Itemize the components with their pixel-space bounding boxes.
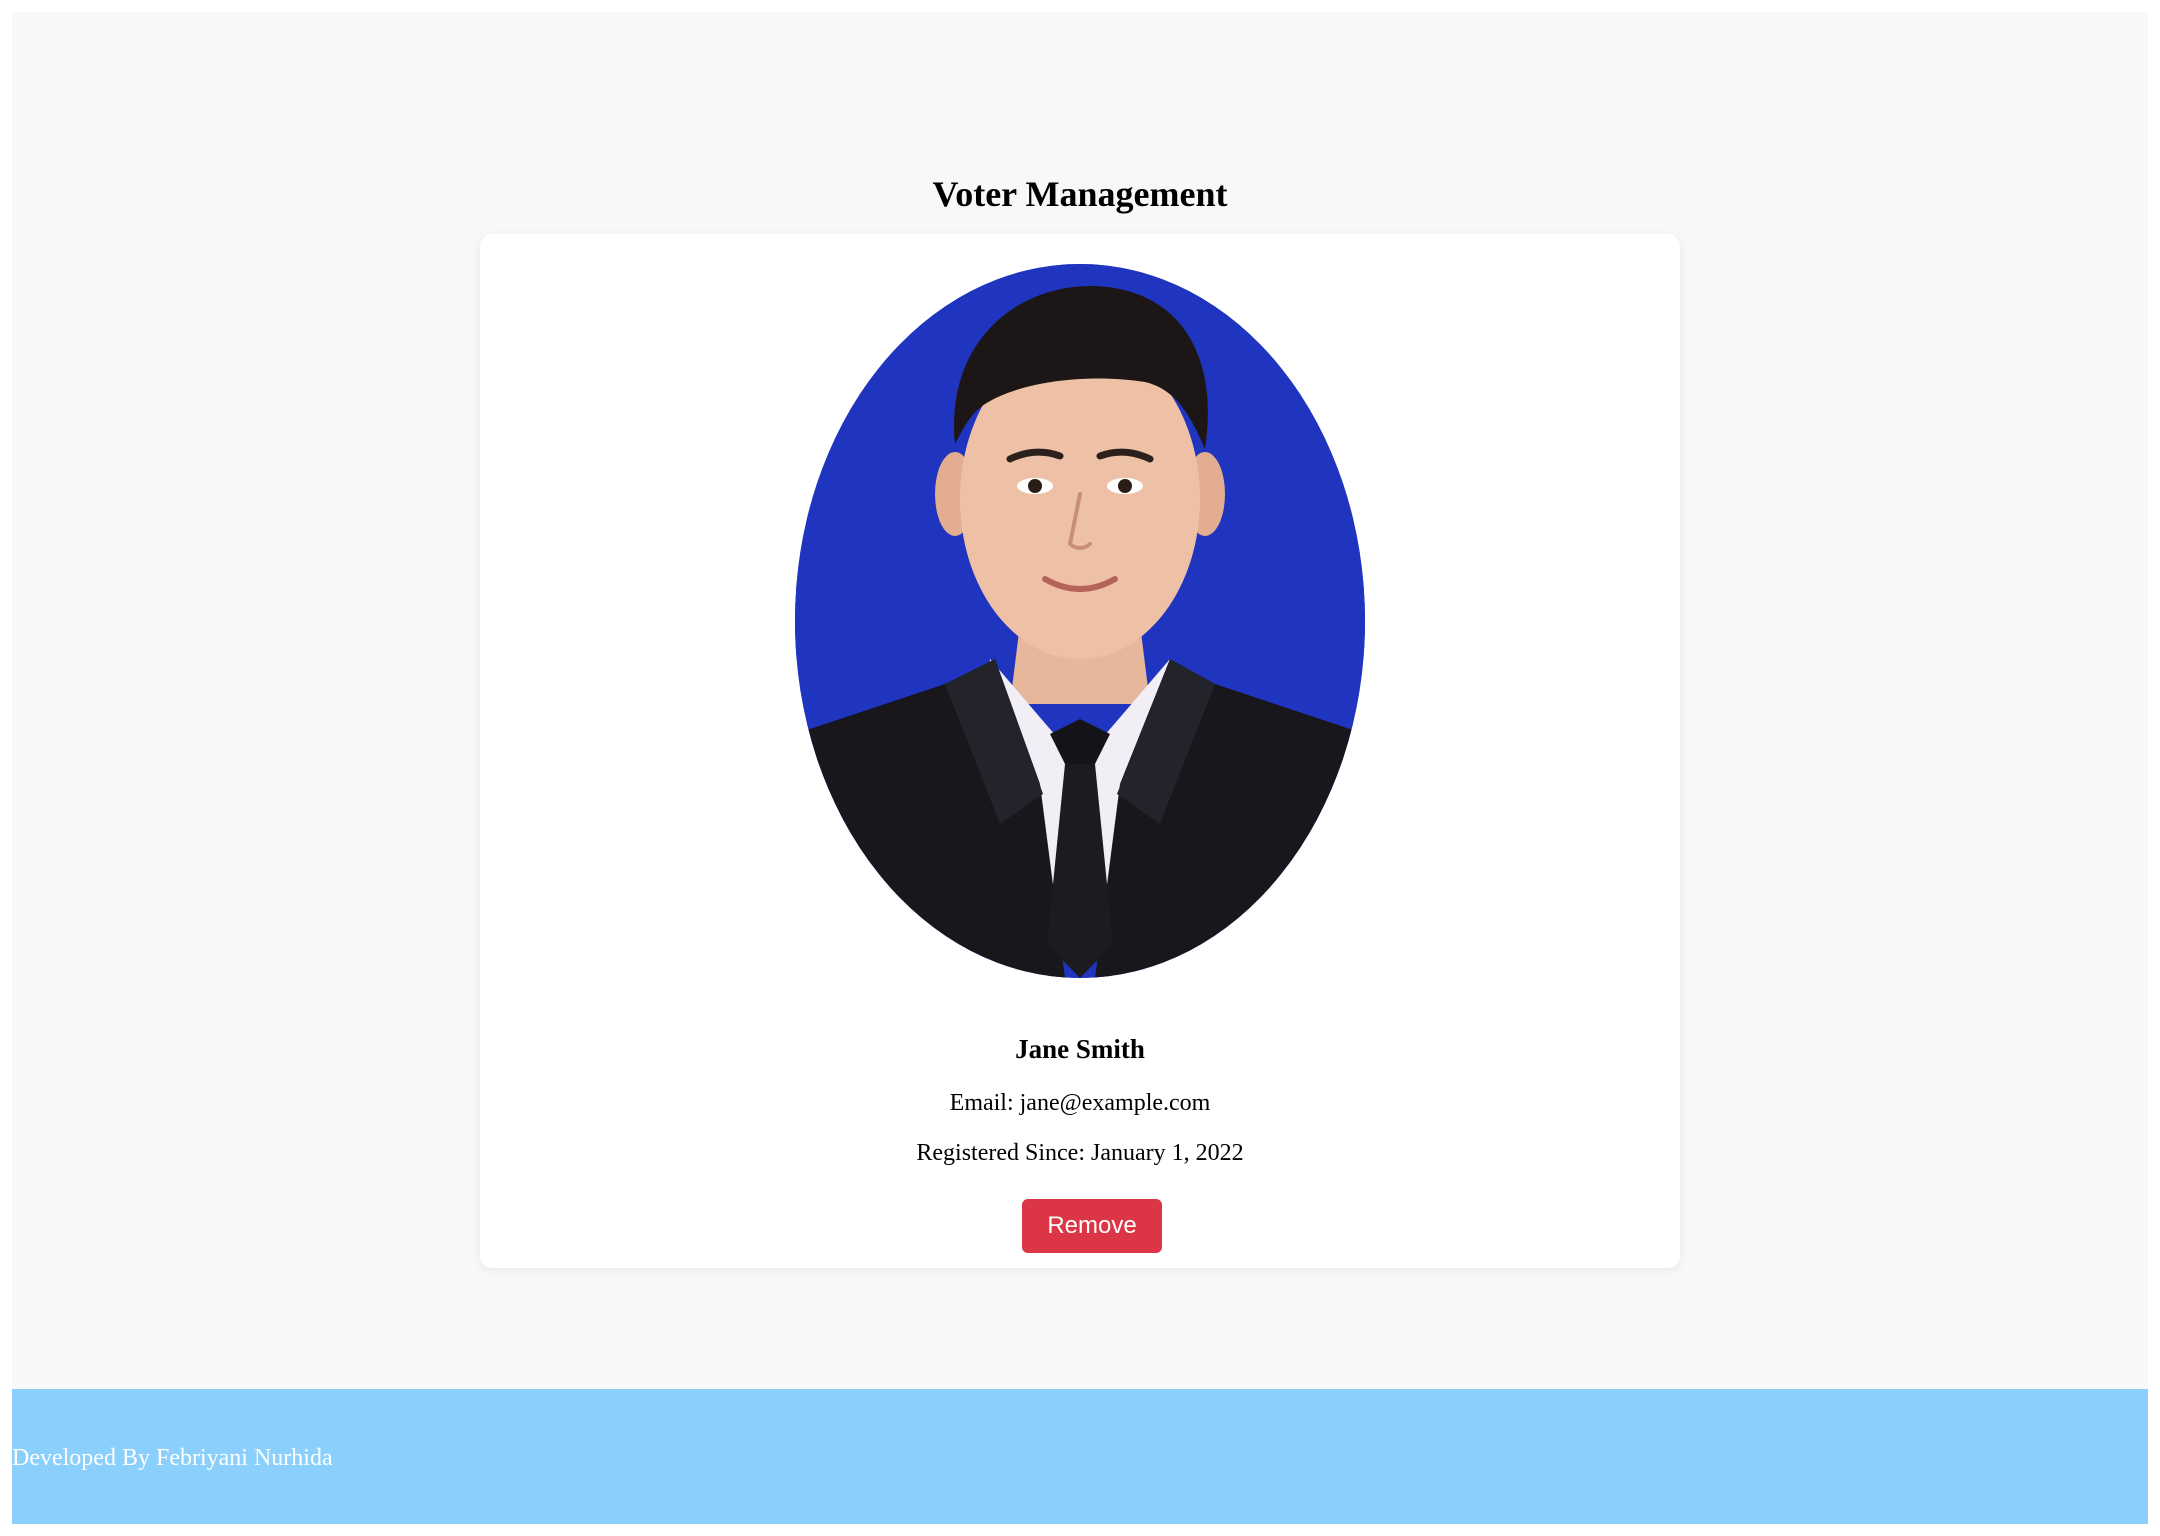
voter-photo <box>795 264 1365 978</box>
voter-registered-since: Registered Since: January 1, 2022 <box>916 1140 1244 1166</box>
page-frame: Voter Management Jane Smith Email: jane@… <box>12 12 2148 1524</box>
page-title: Voter Management <box>932 174 1228 214</box>
footer: Developed By Febriyani Nurhida <box>12 1389 2148 1524</box>
voter-card: Jane Smith Email: jane@example.com Regis… <box>480 234 1680 1268</box>
portrait-illustration <box>795 264 1365 978</box>
remove-button[interactable]: Remove <box>1022 1199 1162 1253</box>
voter-email: Email: jane@example.com <box>949 1090 1211 1116</box>
footer-credit: Developed By Febriyani Nurhida <box>12 1445 333 1471</box>
voter-name: Jane Smith <box>1015 1034 1145 1064</box>
